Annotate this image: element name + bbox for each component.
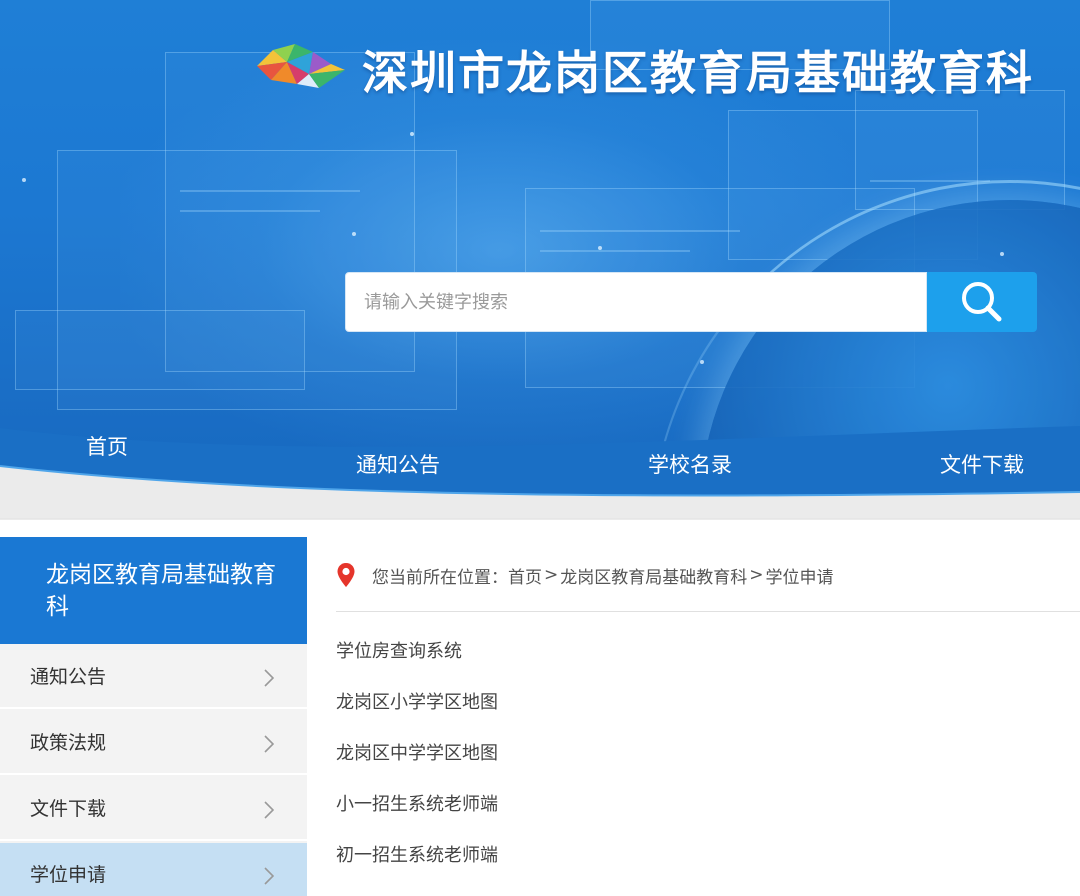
sidebar-item-label: 政策法规 xyxy=(30,732,107,754)
breadcrumb-separator: > xyxy=(544,565,559,585)
breadcrumb-link-home[interactable]: 首页 xyxy=(508,563,542,588)
link-grade1-enrollment-teacher[interactable]: 小一招生系统老师端 xyxy=(336,790,498,841)
breadcrumb-prefix: 您当前所在位置： xyxy=(372,567,508,588)
content-divider xyxy=(0,518,1080,519)
chevron-right-icon xyxy=(264,867,274,885)
sparkle-dot xyxy=(22,178,26,182)
link-list: 学位房查询系统 龙岗区小学学区地图 龙岗区中学学区地图 小一招生系统老师端 初一… xyxy=(336,637,498,892)
chevron-right-icon xyxy=(264,669,274,687)
sidebar-item-school-application[interactable]: 学位申请 xyxy=(0,843,307,896)
search-input[interactable] xyxy=(346,273,926,331)
breadcrumb: 您当前所在位置： 首页 > 龙岗区教育局基础教育科 > 学位申请 xyxy=(336,560,834,590)
sidebar-title: 龙岗区教育局基础教育科 xyxy=(0,537,307,644)
nav-wave-background xyxy=(0,426,1080,520)
colorful-polygon-logo xyxy=(257,44,345,88)
sidebar-item-policies[interactable]: 政策法规 xyxy=(0,711,307,775)
search-button[interactable] xyxy=(927,272,1037,332)
breadcrumb-current[interactable]: 学位申请 xyxy=(766,563,834,588)
nav-item-file-download[interactable]: 文件下载 xyxy=(940,449,1024,479)
chevron-right-icon xyxy=(264,735,274,753)
sidebar-item-label: 学位申请 xyxy=(30,864,107,886)
sidebar-item-label: 文件下载 xyxy=(30,798,107,820)
sidebar-item-file-download[interactable]: 文件下载 xyxy=(0,777,307,841)
breadcrumb-separator: > xyxy=(749,565,764,585)
sidebar-item-label: 通知公告 xyxy=(30,666,107,688)
header-banner: 深圳市龙岗区教育局基础教育科 首页 通知公告 学校名录 文件下载 xyxy=(0,0,1080,520)
link-primary-school-district-map[interactable]: 龙岗区小学学区地图 xyxy=(336,688,498,739)
search-icon xyxy=(962,282,1002,322)
decorative-frame xyxy=(15,310,305,390)
site-title: 深圳市龙岗区教育局基础教育科 xyxy=(362,46,1034,100)
location-pin-icon xyxy=(337,563,355,587)
nav-item-school-directory[interactable]: 学校名录 xyxy=(648,449,732,479)
search-box xyxy=(345,272,927,332)
sidebar-item-notices[interactable]: 通知公告 xyxy=(0,645,307,709)
sparkle-dot xyxy=(410,132,414,136)
sparkle-dot xyxy=(352,232,356,236)
sidebar: 龙岗区教育局基础教育科 通知公告 政策法规 文件下载 学位申请 xyxy=(0,537,307,896)
decorative-line xyxy=(180,190,360,192)
link-grade7-enrollment-teacher[interactable]: 初一招生系统老师端 xyxy=(336,841,498,892)
link-middle-school-district-map[interactable]: 龙岗区中学学区地图 xyxy=(336,739,498,790)
decorative-line xyxy=(540,230,740,232)
nav-item-home[interactable]: 首页 xyxy=(86,431,128,461)
decorative-line xyxy=(180,210,320,212)
breadcrumb-divider xyxy=(336,611,1080,612)
sparkle-dot xyxy=(1000,252,1004,256)
chevron-right-icon xyxy=(264,801,274,819)
sparkle-dot xyxy=(598,246,602,250)
nav-item-notices[interactable]: 通知公告 xyxy=(356,449,440,479)
link-school-housing-query[interactable]: 学位房查询系统 xyxy=(336,637,498,688)
breadcrumb-link-department[interactable]: 龙岗区教育局基础教育科 xyxy=(560,563,747,588)
decorative-line xyxy=(540,250,690,252)
sparkle-dot xyxy=(700,360,704,364)
